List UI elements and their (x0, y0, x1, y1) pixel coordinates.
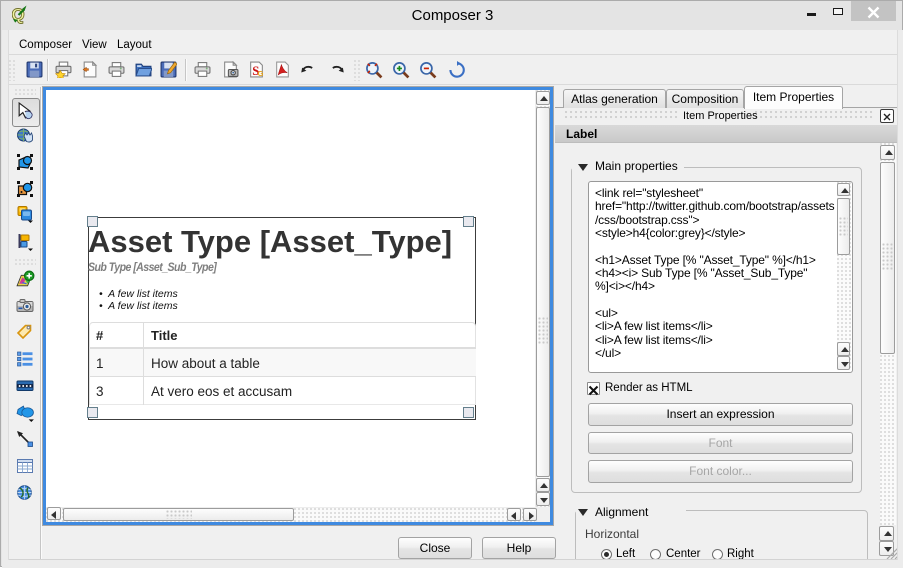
svg-text:G: G (258, 69, 264, 78)
